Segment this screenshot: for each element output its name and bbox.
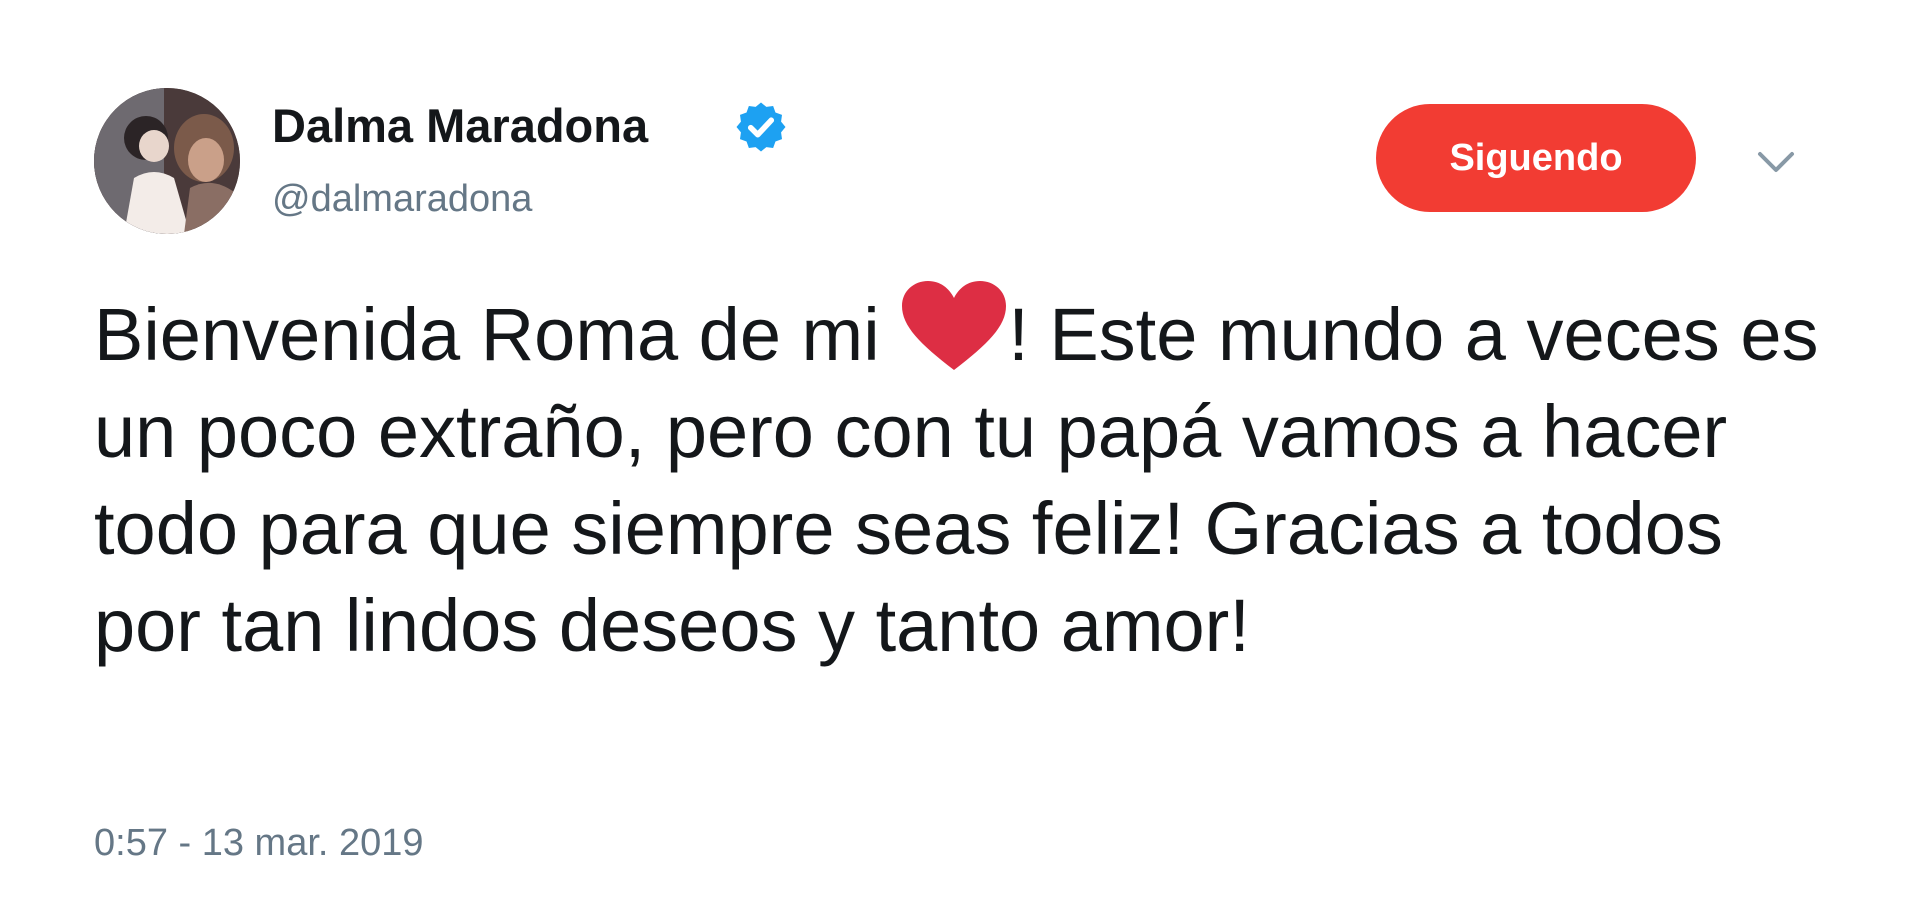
red-heart-icon xyxy=(902,281,1007,370)
author-display-name[interactable]: Dalma Maradona xyxy=(272,98,648,154)
avatar-photo-icon xyxy=(94,88,240,234)
following-button[interactable]: Siguendo xyxy=(1376,104,1696,212)
tweet-card: Dalma Maradona @dalmaradona Siguendo Bie… xyxy=(0,0,1920,905)
chevron-down-icon[interactable] xyxy=(1748,140,1804,184)
tweet-text-start: Bienvenida Roma de mi xyxy=(94,293,901,376)
tweet-timestamp[interactable]: 0:57 - 13 mar. 2019 xyxy=(94,820,424,866)
avatar[interactable] xyxy=(94,88,240,234)
author-handle[interactable]: @dalmaradona xyxy=(272,176,532,222)
tweet-text: Bienvenida Roma de mi ! Este mundo a vec… xyxy=(94,280,1834,674)
verified-badge-icon xyxy=(736,102,786,152)
